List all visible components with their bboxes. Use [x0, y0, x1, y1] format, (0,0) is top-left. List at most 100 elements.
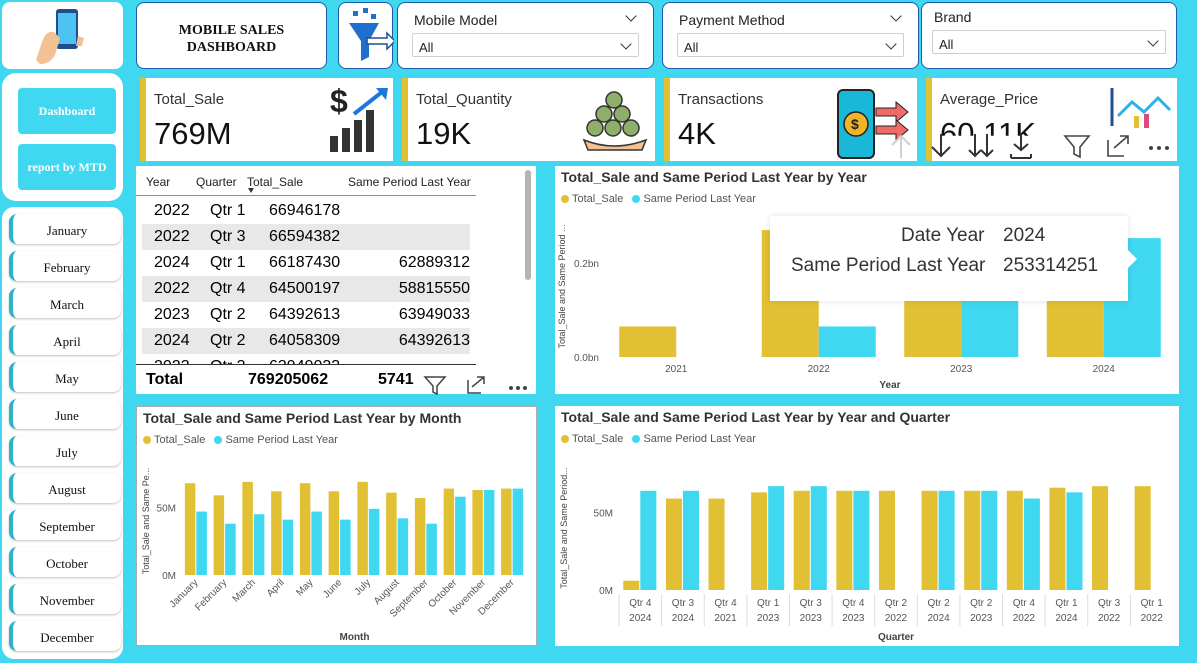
month-button[interactable]: December	[9, 621, 121, 651]
filter-icon[interactable]	[1060, 130, 1094, 162]
bar-total-sale[interactable]	[1049, 487, 1066, 590]
mobile-model-dropdown[interactable]: All	[412, 33, 639, 57]
bar-same-period[interactable]	[397, 518, 409, 575]
table-scrollbar[interactable]	[525, 170, 531, 280]
bar-total-sale[interactable]	[242, 481, 253, 575]
month-button[interactable]: September	[9, 510, 121, 540]
bar-same-period[interactable]	[938, 490, 955, 590]
table-row[interactable]: 2022 Qtr 3 66594382	[142, 224, 470, 250]
bar-total-sale[interactable]	[443, 488, 455, 575]
slicer-mobile-model[interactable]: Mobile Model All	[397, 2, 654, 69]
month-button[interactable]: October	[9, 547, 121, 577]
bar-same-period[interactable]	[1023, 498, 1040, 590]
arrow-down-icon[interactable]	[924, 130, 958, 162]
bar-total-sale[interactable]	[619, 326, 677, 357]
bar-total-sale[interactable]	[836, 490, 853, 590]
chevron-down-icon[interactable]	[625, 10, 637, 22]
bar-same-period[interactable]	[810, 486, 827, 590]
month-button[interactable]: March	[9, 288, 121, 318]
double-arrow-down-icon[interactable]	[964, 130, 998, 162]
table-row[interactable]: 2024 Qtr 2 64058309 64392613	[142, 328, 470, 354]
bar-same-period[interactable]	[368, 508, 380, 575]
bar-total-sale[interactable]	[964, 490, 981, 590]
month-button[interactable]: February	[9, 251, 121, 281]
bar-total-sale[interactable]	[793, 490, 810, 590]
table-row[interactable]: 2022 Qtr 1 66946178	[142, 198, 470, 224]
bar-same-period[interactable]	[768, 486, 785, 590]
kpi-total-quantity: Total_Quantity 19K	[402, 78, 655, 161]
table-row[interactable]: 2023 Qtr 2 64392613 63949033	[142, 302, 470, 328]
bar-same-period[interactable]	[640, 490, 657, 590]
month-button[interactable]: July	[9, 436, 121, 466]
arrow-up-icon[interactable]	[884, 130, 918, 162]
bar-total-sale[interactable]	[751, 492, 768, 590]
bar-same-period[interactable]	[253, 514, 265, 575]
bar-total-sale[interactable]	[414, 498, 426, 575]
table-row[interactable]: 2023Qtr 363949033	[142, 354, 470, 364]
bar-total-sale[interactable]	[1006, 490, 1023, 590]
bar-same-period[interactable]	[483, 489, 495, 575]
bar-total-sale[interactable]	[472, 489, 483, 575]
bar-total-sale[interactable]	[501, 488, 512, 575]
bar-same-period[interactable]	[853, 490, 870, 590]
bar-total-sale[interactable]	[921, 490, 938, 590]
focus-mode-icon[interactable]	[465, 374, 489, 396]
chevron-down-icon[interactable]	[890, 10, 902, 22]
bar-same-period[interactable]	[282, 519, 294, 575]
payment-method-dropdown[interactable]: All	[677, 33, 904, 57]
bar-same-period[interactable]	[981, 490, 998, 590]
chart-by-year-quarter[interactable]: Total_Sale and Same Period Last Year by …	[555, 406, 1179, 646]
bar-same-period[interactable]	[818, 326, 876, 357]
table-cell: 64058309	[269, 332, 341, 349]
focus-mode-icon[interactable]	[1102, 130, 1136, 162]
bar-total-sale[interactable]	[386, 492, 397, 575]
bar-same-period[interactable]	[311, 511, 322, 575]
bar-same-period[interactable]	[512, 488, 524, 575]
slicer-brand[interactable]: Brand All	[921, 2, 1177, 69]
bar-total-sale[interactable]	[1092, 486, 1109, 590]
column-header-year[interactable]: Year	[146, 175, 170, 189]
bar-same-period[interactable]	[340, 519, 351, 575]
brand-dropdown[interactable]: All	[932, 30, 1166, 54]
column-header-total-sale[interactable]: Total_Sale	[247, 175, 303, 189]
more-options-icon[interactable]	[505, 376, 531, 396]
bar-same-period[interactable]	[225, 523, 236, 575]
month-button[interactable]: June	[9, 399, 121, 429]
slicer-payment-method[interactable]: Payment Method All	[662, 2, 919, 69]
bar-same-period[interactable]	[682, 490, 699, 590]
month-button[interactable]: November	[9, 584, 121, 614]
column-header-quarter[interactable]: Quarter	[196, 175, 237, 189]
bar-total-sale[interactable]	[878, 490, 895, 590]
bar-total-sale[interactable]	[299, 483, 311, 575]
filter-pane-button[interactable]	[338, 2, 397, 69]
month-button[interactable]: January	[9, 214, 121, 244]
bar-total-sale[interactable]	[271, 491, 282, 575]
column-header-same-period[interactable]: Same Period Last Year	[348, 175, 471, 189]
bar-total-sale[interactable]	[213, 495, 225, 575]
bar-total-sale[interactable]	[357, 481, 368, 575]
bar-same-period[interactable]	[196, 511, 207, 575]
more-options-icon[interactable]	[1142, 130, 1176, 162]
table-row[interactable]: 2022 Qtr 4 64500197 58815550	[142, 276, 470, 302]
bar-same-period[interactable]	[426, 523, 437, 575]
dashboard-nav-button[interactable]: Dashboard	[18, 88, 116, 134]
chart-by-month[interactable]: Total_Sale and Same Period Last Year by …	[136, 406, 537, 646]
expand-hierarchy-icon[interactable]	[1004, 130, 1038, 162]
chart-title: Total_Sale and Same Period Last Year by …	[561, 409, 951, 425]
bar-total-sale[interactable]	[708, 498, 725, 590]
bar-same-period[interactable]	[455, 496, 466, 575]
filter-icon[interactable]	[423, 374, 447, 396]
month-button[interactable]: May	[9, 362, 121, 392]
bar-total-sale[interactable]	[665, 498, 682, 590]
bar-total-sale[interactable]	[328, 491, 340, 575]
bar-total-sale[interactable]	[184, 483, 196, 575]
report-by-mtd-nav-button[interactable]: report by MTD	[18, 144, 116, 190]
month-button[interactable]: April	[9, 325, 121, 355]
bar-total-sale[interactable]	[623, 580, 640, 590]
kpi-label: Total_Quantity	[416, 91, 512, 108]
table-row[interactable]: 2024 Qtr 1 66187430 62889312	[142, 250, 470, 276]
month-button[interactable]: August	[9, 473, 121, 503]
chart-by-year[interactable]: Total_Sale and Same Period Last Year by …	[555, 166, 1179, 394]
bar-same-period[interactable]	[1066, 492, 1083, 590]
bar-total-sale[interactable]	[1134, 486, 1151, 590]
